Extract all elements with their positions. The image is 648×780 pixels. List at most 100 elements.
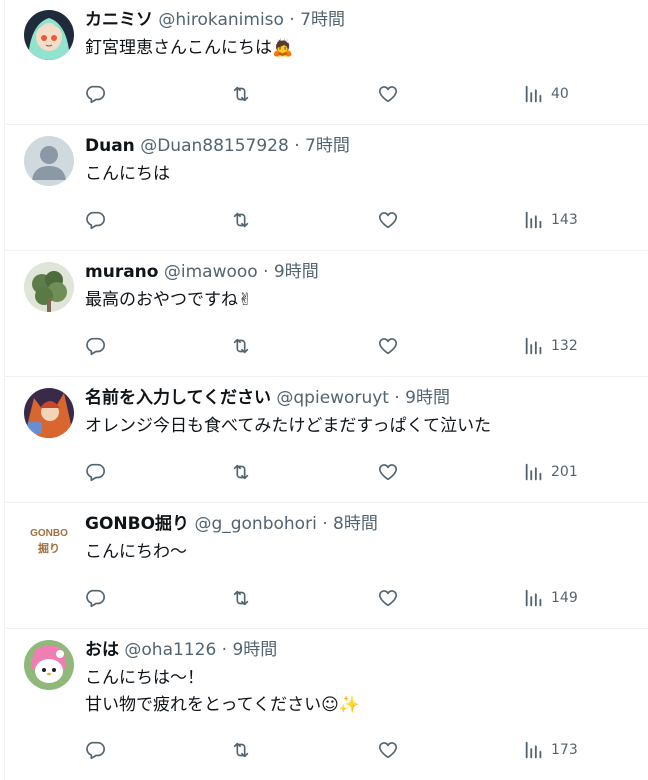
bar-chart-icon: [525, 337, 542, 355]
tweet-text: 最高のおやつですね✌: [85, 287, 632, 314]
separator-dot: ·: [263, 262, 269, 282]
avatar[interactable]: [24, 136, 74, 186]
like-button[interactable]: [377, 79, 399, 109]
like-button[interactable]: [377, 205, 399, 235]
display-name[interactable]: おは: [85, 640, 119, 660]
reply-icon: [86, 463, 105, 482]
bar-chart-icon: [525, 463, 542, 481]
tweet-header: murano @imawooo · 9時間: [85, 260, 638, 284]
tweet-text-line: こんにちは〜！: [85, 668, 204, 688]
retweet-button[interactable]: [230, 331, 252, 361]
tweet-item[interactable]: GONBO 掘り GONBO掘り @g_gonbohori · 8時間 こんにち…: [4, 504, 648, 629]
user-handle[interactable]: @qpieworuyt: [276, 388, 389, 408]
like-button[interactable]: [377, 457, 399, 487]
reply-icon: [86, 85, 105, 104]
default-user-icon: [24, 136, 74, 186]
tweet-item[interactable]: 名前を入力してください @qpieworuyt · 9時間 オレンジ今日も食べて…: [4, 378, 648, 503]
views-count: 132: [551, 338, 578, 354]
separator-dot: ·: [394, 388, 400, 408]
views-button[interactable]: 201: [523, 457, 578, 487]
timestamp[interactable]: 9時間: [274, 262, 319, 282]
avatar-logo-text-bottom: 掘り: [38, 541, 60, 555]
user-handle[interactable]: @hirokanimiso: [158, 10, 284, 30]
views-button[interactable]: 149: [523, 583, 578, 613]
avatar-logo-text-top: GONBO: [30, 528, 68, 539]
timestamp[interactable]: 9時間: [232, 640, 277, 660]
tweet-header: おは @oha1126 · 9時間: [85, 638, 638, 662]
timestamp[interactable]: 9時間: [405, 388, 450, 408]
reply-button[interactable]: [84, 735, 106, 765]
tweet-header: カニミソ @hirokanimiso · 7時間: [85, 8, 638, 32]
retweet-button[interactable]: [230, 205, 252, 235]
views-count: 40: [551, 86, 569, 102]
display-name[interactable]: 名前を入力してください: [85, 388, 271, 408]
user-handle[interactable]: @oha1126: [124, 640, 216, 660]
avatar[interactable]: [24, 10, 74, 60]
heart-icon: [378, 590, 398, 607]
views-count: 201: [551, 464, 578, 480]
reply-button[interactable]: [84, 583, 106, 613]
tweet-actions: 40: [74, 79, 614, 109]
heart-icon: [378, 86, 398, 103]
views-button[interactable]: 143: [523, 205, 578, 235]
tweet-item[interactable]: murano @imawooo · 9時間 最高のおやつですね✌ 132: [4, 252, 648, 377]
tweet-text-line: 甘い物で疲れをとってください☺✨: [85, 695, 361, 715]
reply-button[interactable]: [84, 331, 106, 361]
tweet-text: こんにちは〜！ 甘い物で疲れをとってください☺✨: [85, 665, 632, 719]
heart-icon: [378, 338, 398, 355]
display-name[interactable]: GONBO掘り: [85, 514, 189, 534]
tweet-actions: 143: [74, 205, 614, 235]
user-handle[interactable]: @imawooo: [164, 262, 258, 282]
avatar[interactable]: GONBO 掘り: [24, 514, 74, 564]
retweet-button[interactable]: [230, 79, 252, 109]
avatar-plush-image: [24, 640, 74, 690]
tweet-text-line: オレンジ今日も食べてみたけどまだすっぱくて泣いた: [85, 416, 492, 436]
tweet-text: こんにちは: [85, 161, 632, 188]
user-handle[interactable]: @Duan88157928: [140, 136, 289, 156]
retweet-button[interactable]: [230, 735, 252, 765]
reply-button[interactable]: [84, 205, 106, 235]
like-button[interactable]: [377, 331, 399, 361]
avatar-plant-image: [24, 262, 74, 312]
bar-chart-icon: [525, 211, 542, 229]
display-name[interactable]: murano: [85, 262, 158, 282]
avatar[interactable]: [24, 640, 74, 690]
separator-dot: ·: [221, 640, 228, 660]
avatar[interactable]: [24, 388, 74, 438]
tweet-feed: カニミソ @hirokanimiso · 7時間 釘宮理恵さんこんにちは🙇 40: [0, 0, 648, 780]
reply-button[interactable]: [84, 79, 106, 109]
retweet-icon: [233, 742, 249, 758]
like-button[interactable]: [377, 583, 399, 613]
timestamp[interactable]: 7時間: [305, 136, 350, 156]
bar-chart-icon: [525, 85, 542, 103]
retweet-icon: [233, 338, 249, 354]
separator-dot: ·: [294, 136, 300, 156]
retweet-icon: [233, 212, 249, 228]
heart-icon: [378, 212, 398, 229]
tweet-item[interactable]: Duan @Duan88157928 · 7時間 こんにちは 143: [4, 126, 648, 251]
user-handle[interactable]: @g_gonbohori: [194, 514, 316, 534]
tweet-actions: 201: [74, 457, 614, 487]
reply-button[interactable]: [84, 457, 106, 487]
tweet-actions: 173: [74, 735, 614, 765]
timestamp[interactable]: 7時間: [300, 10, 345, 30]
timestamp[interactable]: 8時間: [333, 514, 378, 534]
display-name[interactable]: カニミソ: [85, 10, 153, 30]
views-button[interactable]: 40: [523, 79, 569, 109]
views-count: 149: [551, 590, 578, 606]
avatar[interactable]: [24, 262, 74, 312]
views-button[interactable]: 173: [523, 735, 578, 765]
avatar-anime-girl-image: [24, 10, 74, 60]
avatar-illustration-image: [24, 388, 74, 438]
tweet-item[interactable]: おは @oha1126 · 9時間 こんにちは〜！ 甘い物で疲れをとってください…: [4, 630, 648, 780]
display-name[interactable]: Duan: [85, 136, 135, 156]
reply-icon: [86, 211, 105, 230]
views-button[interactable]: 132: [523, 331, 578, 361]
retweet-button[interactable]: [230, 457, 252, 487]
tweet-actions: 132: [74, 331, 614, 361]
tweet-text-line: 最高のおやつですね✌: [85, 290, 253, 310]
retweet-icon: [233, 86, 249, 102]
retweet-button[interactable]: [230, 583, 252, 613]
tweet-item[interactable]: カニミソ @hirokanimiso · 7時間 釘宮理恵さんこんにちは🙇 40: [4, 0, 648, 125]
like-button[interactable]: [377, 735, 399, 765]
